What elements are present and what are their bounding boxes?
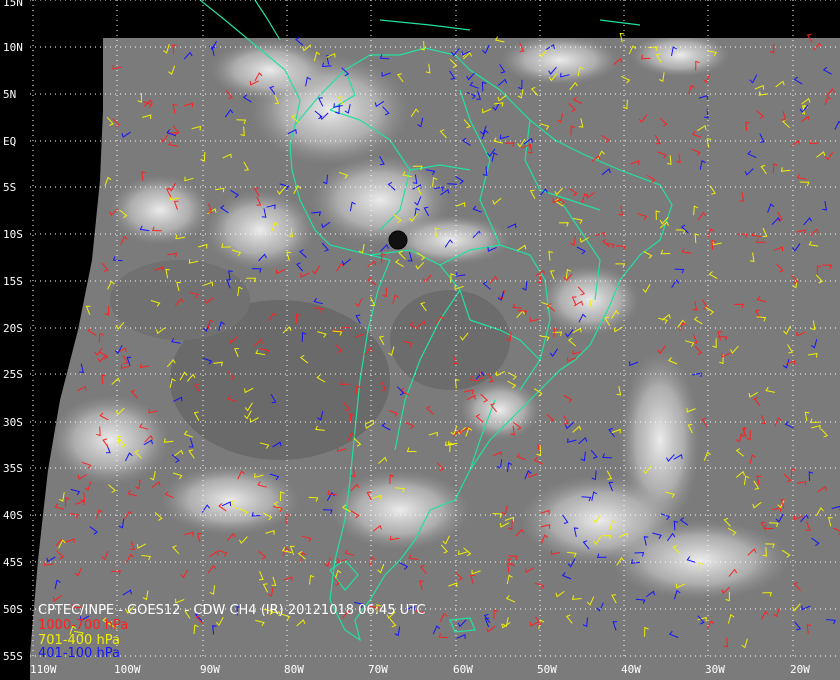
lon-label: 30W [705, 663, 725, 676]
lat-label: 10N [3, 41, 23, 54]
lon-label: 40W [621, 663, 641, 676]
product-title: CPTEC/INPE - GOES12 - CDW CH4 (IR) 20121… [38, 603, 426, 618]
lat-label: 15S [3, 275, 23, 288]
legend-high-level: 401-100 hPa [38, 646, 120, 661]
lon-label: 110W [30, 663, 57, 676]
lat-label: 30S [3, 416, 23, 429]
lon-label: 100W [114, 663, 141, 676]
lon-label: 20W [790, 663, 810, 676]
lat-label: 15N [3, 0, 23, 9]
ir-imagery [30, 0, 840, 680]
legend-low-level: 1000-700 hPa [38, 618, 129, 633]
lon-label: 60W [453, 663, 473, 676]
lat-label: 20S [3, 322, 23, 335]
lat-label: 50S [3, 603, 23, 616]
lon-label: 80W [284, 663, 304, 676]
lat-label: 10S [3, 228, 23, 241]
lat-label: 55S [3, 650, 23, 663]
lon-label: 90W [200, 663, 220, 676]
lon-label: 50W [537, 663, 557, 676]
lat-label: 5S [3, 181, 16, 194]
lat-label: 40S [3, 509, 23, 522]
lat-label: 5N [3, 88, 16, 101]
satellite-wind-map: 15N 10N 5N EQ 5S 10S 15S 20S 25S 30S 35S… [0, 0, 840, 680]
lat-label: 35S [3, 462, 23, 475]
lon-label: 70W [368, 663, 388, 676]
lat-label: EQ [3, 135, 16, 148]
lat-label: 25S [3, 368, 23, 381]
lat-label: 45S [3, 556, 23, 569]
station-marker [388, 230, 408, 250]
